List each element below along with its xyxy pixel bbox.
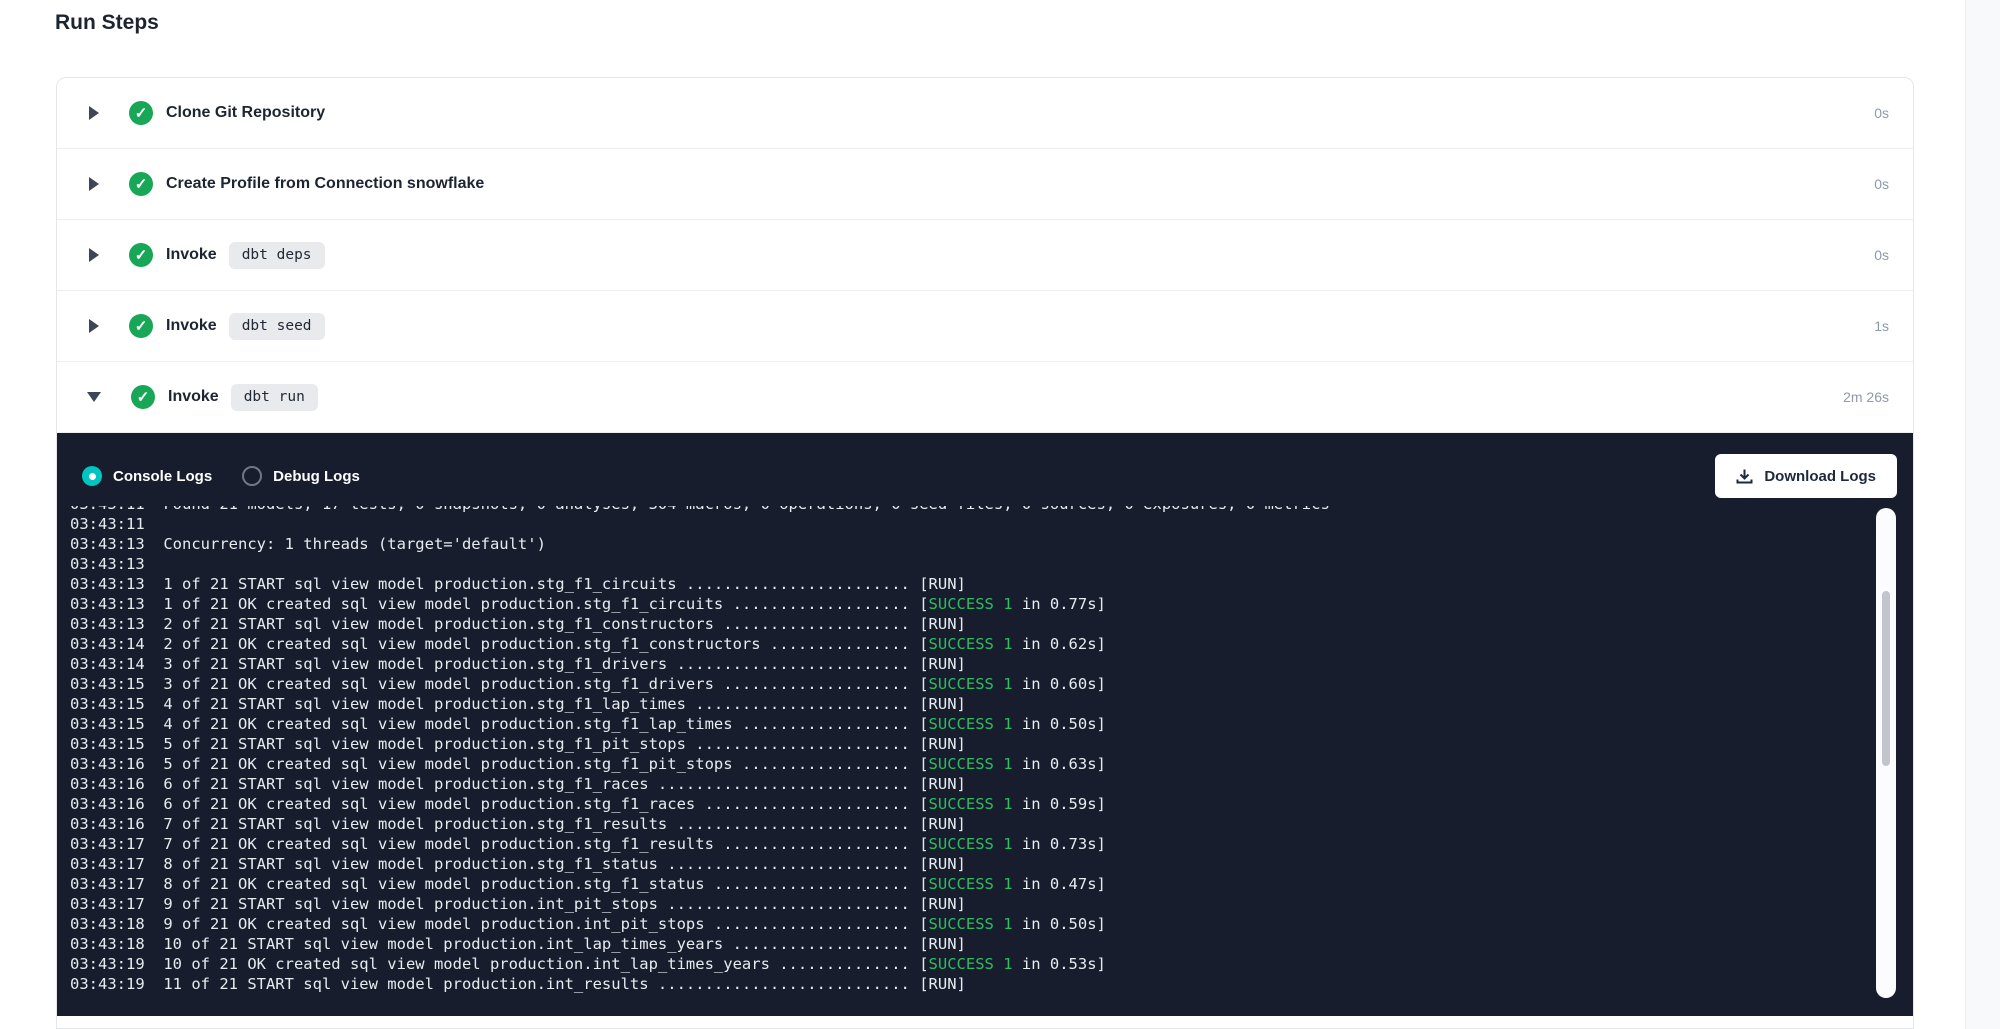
- log-line: 03:43:18 9 of 21 OK created sql view mod…: [70, 914, 1868, 934]
- log-line: 03:43:15 4 of 21 OK created sql view mod…: [70, 714, 1868, 734]
- log-line: 03:43:13 1 of 21 START sql view model pr…: [70, 574, 1868, 594]
- log-line: 03:43:14 2 of 21 OK created sql view mod…: [70, 634, 1868, 654]
- download-logs-label: Download Logs: [1764, 468, 1876, 485]
- step-command-badge: dbt seed: [229, 313, 325, 340]
- log-line: 03:43:16 6 of 21 OK created sql view mod…: [70, 794, 1868, 814]
- log-scrollbar[interactable]: [1876, 508, 1896, 998]
- log-line: 03:43:19 10 of 21 OK created sql view mo…: [70, 954, 1868, 974]
- step-duration: 1s: [1874, 318, 1889, 334]
- step-row-5[interactable]: ✓ Invoke dbt run 2m 26s: [57, 362, 1913, 433]
- console-log-panel: Console Logs Debug Logs Download Logs 03…: [57, 433, 1913, 1016]
- step-duration: 2m 26s: [1843, 389, 1889, 405]
- step-label: Create Profile from Connection snowflake: [166, 175, 484, 193]
- log-line: 03:43:14 3 of 21 START sql view model pr…: [70, 654, 1868, 674]
- chevron-right-icon: [89, 248, 99, 262]
- debug-logs-label: Debug Logs: [273, 468, 360, 485]
- download-icon: [1736, 468, 1753, 485]
- step-row-1[interactable]: ✓ Clone Git Repository 0s: [57, 78, 1913, 149]
- log-line: 03:43:17 8 of 21 START sql view model pr…: [70, 854, 1868, 874]
- step-duration: 0s: [1874, 176, 1889, 192]
- chevron-right-icon: [89, 319, 99, 333]
- step-command-badge: dbt deps: [229, 242, 325, 269]
- run-steps-card: ✓ Clone Git Repository 0s ✓ Create Profile f…: [56, 77, 1914, 1029]
- step-label: Invoke: [166, 317, 217, 335]
- log-line: 03:43:15 5 of 21 START sql view model pr…: [70, 734, 1868, 754]
- log-line: 03:43:13 Concurrency: 1 threads (target=…: [70, 534, 1868, 554]
- log-line: 03:43:17 9 of 21 START sql view model pr…: [70, 894, 1868, 914]
- step-duration: 0s: [1874, 105, 1889, 121]
- log-scrollbar-thumb[interactable]: [1882, 591, 1890, 766]
- step-command-badge: dbt run: [231, 384, 318, 411]
- log-line: 03:43:13 1 of 21 OK created sql view mod…: [70, 594, 1868, 614]
- step-row-2[interactable]: ✓ Create Profile from Connection snowflak…: [57, 149, 1913, 220]
- debug-logs-radio[interactable]: Debug Logs: [242, 466, 360, 486]
- success-check-icon: ✓: [129, 172, 153, 196]
- step-label: Invoke: [168, 388, 219, 406]
- log-line: 03:43:16 6 of 21 START sql view model pr…: [70, 774, 1868, 794]
- step-row-4[interactable]: ✓ Invoke dbt seed 1s: [57, 291, 1913, 362]
- step-duration: 0s: [1874, 247, 1889, 263]
- log-line: 03:43:17 8 of 21 OK created sql view mod…: [70, 874, 1868, 894]
- console-logs-label: Console Logs: [113, 468, 212, 485]
- log-line: 03:43:17 7 of 21 OK created sql view mod…: [70, 834, 1868, 854]
- step-label: Invoke: [166, 246, 217, 264]
- chevron-right-icon: [89, 177, 99, 191]
- page-title: Run Steps: [55, 11, 159, 35]
- success-check-icon: ✓: [129, 101, 153, 125]
- success-check-icon: ✓: [129, 243, 153, 267]
- log-line: 03:43:16 5 of 21 OK created sql view mod…: [70, 754, 1868, 774]
- page-right-gutter: [1965, 0, 2000, 1029]
- radio-selected-icon: [82, 466, 102, 486]
- log-line: 03:43:15 4 of 21 START sql view model pr…: [70, 694, 1868, 714]
- console-log-viewport[interactable]: 03:43:11 Found 21 models, 17 tests, 0 sn…: [70, 506, 1868, 1016]
- log-line: 03:43:19 11 of 21 START sql view model p…: [70, 974, 1868, 994]
- console-logs-radio[interactable]: Console Logs: [82, 466, 212, 486]
- success-check-icon: ✓: [131, 385, 155, 409]
- log-line: 03:43:18 10 of 21 START sql view model p…: [70, 934, 1868, 954]
- step-row-3[interactable]: ✓ Invoke dbt deps 0s: [57, 220, 1913, 291]
- success-check-icon: ✓: [129, 314, 153, 338]
- chevron-right-icon: [89, 106, 99, 120]
- log-line: 03:43:11 Found 21 models, 17 tests, 0 sn…: [70, 506, 1868, 514]
- run-steps-list: ✓ Clone Git Repository 0s ✓ Create Profile f…: [57, 78, 1913, 433]
- log-line: 03:43:16 7 of 21 START sql view model pr…: [70, 814, 1868, 834]
- radio-unselected-icon: [242, 466, 262, 486]
- log-line: 03:43:11: [70, 514, 1868, 534]
- log-line: 03:43:13 2 of 21 START sql view model pr…: [70, 614, 1868, 634]
- download-logs-button[interactable]: Download Logs: [1715, 454, 1897, 498]
- step-label: Clone Git Repository: [166, 104, 325, 122]
- log-line: 03:43:15 3 of 21 OK created sql view mod…: [70, 674, 1868, 694]
- console-log-output: 03:43:11 Found 21 models, 17 tests, 0 sn…: [70, 506, 1868, 994]
- log-line: 03:43:13: [70, 554, 1868, 574]
- chevron-down-icon: [87, 392, 101, 402]
